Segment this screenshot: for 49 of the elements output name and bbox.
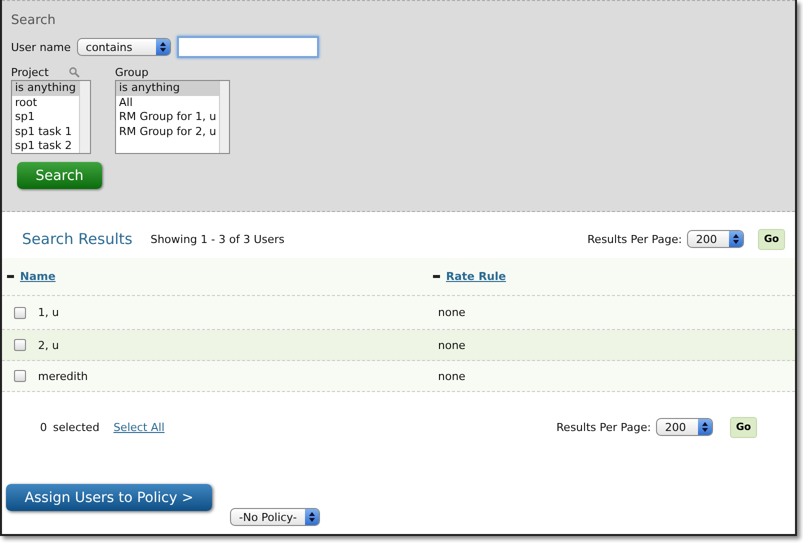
field-label: Group bbox=[115, 66, 148, 79]
table-cell: 2, u bbox=[38, 338, 59, 352]
policy-select[interactable]: -No Policy- bbox=[230, 508, 320, 526]
list-item[interactable]: All bbox=[116, 96, 220, 110]
column-header[interactable]: Name bbox=[20, 270, 56, 283]
per-page-label: Results Per Page: bbox=[556, 420, 651, 434]
list-item[interactable]: is anything bbox=[12, 81, 79, 96]
checkbox[interactable] bbox=[14, 306, 26, 318]
scrollbar[interactable] bbox=[78, 81, 90, 153]
list-item[interactable]: RM Group for 2, u bbox=[116, 124, 220, 139]
section-title: Search bbox=[11, 13, 57, 28]
select-all-link[interactable]: Select All bbox=[113, 420, 165, 434]
checkbox[interactable] bbox=[14, 339, 26, 351]
select-arrows-icon bbox=[309, 512, 315, 522]
go-button[interactable]: Go bbox=[730, 416, 757, 438]
checkbox[interactable] bbox=[14, 370, 26, 382]
search-button[interactable]: Search bbox=[17, 162, 102, 189]
per-page-label: Results Per Page: bbox=[587, 232, 682, 246]
table-cell: none bbox=[438, 306, 466, 319]
select-arrows-icon bbox=[702, 422, 708, 432]
table-cell: meredith bbox=[38, 370, 88, 382]
column-header[interactable]: Rate Rule bbox=[446, 270, 506, 283]
results-title: Search Results bbox=[22, 230, 132, 248]
selected-label: selected bbox=[53, 420, 100, 434]
field-label: User name bbox=[11, 40, 71, 54]
go-button[interactable]: Go bbox=[758, 228, 785, 250]
scrollbar[interactable] bbox=[219, 81, 229, 153]
selected-count: 0 bbox=[40, 420, 47, 434]
list-item[interactable]: root bbox=[12, 96, 79, 110]
list-item[interactable]: RM Group for 1, u bbox=[116, 110, 220, 124]
operator-select[interactable]: contains bbox=[76, 38, 171, 56]
field-label: Project bbox=[11, 66, 49, 79]
per-page-select[interactable]: 200 bbox=[656, 418, 713, 436]
list-item[interactable]: sp1 task 1 bbox=[12, 124, 79, 139]
per-page-select[interactable]: 200 bbox=[687, 230, 744, 248]
table-cell: none bbox=[438, 338, 466, 352]
list-item[interactable]: sp1 task 2 bbox=[12, 139, 79, 154]
assign-button[interactable]: Assign Users to Policy > bbox=[6, 484, 212, 511]
table-cell: none bbox=[438, 370, 466, 382]
select-arrows-icon bbox=[160, 42, 166, 52]
results-summary: Showing 1 - 3 of 3 Users bbox=[150, 232, 285, 246]
list-box[interactable]: is anything All RM Group for 1, u RM Group for 2, u bbox=[115, 80, 230, 154]
user-name-field[interactable] bbox=[176, 36, 319, 58]
search-icon[interactable] bbox=[68, 67, 80, 78]
table-cell: 1, u bbox=[38, 306, 59, 319]
select-arrows-icon bbox=[733, 234, 739, 244]
list-box[interactable]: is anything root sp1 sp1 task 1 sp1 task 2 bbox=[11, 80, 91, 154]
list-item[interactable]: is anything bbox=[116, 81, 220, 96]
list-item[interactable]: sp1 bbox=[12, 110, 79, 124]
